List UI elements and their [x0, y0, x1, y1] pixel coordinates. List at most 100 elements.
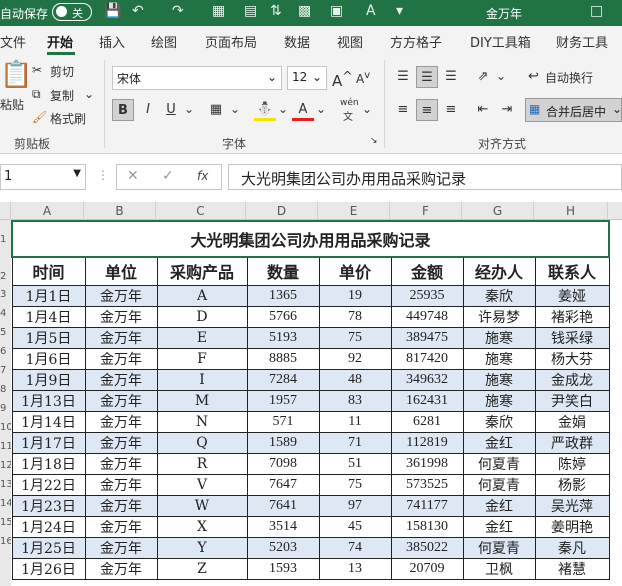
table-cell[interactable]: V: [156, 473, 248, 496]
fill-dropdown-icon[interactable]: ⌄: [278, 102, 288, 116]
table-cell[interactable]: 1月6日: [11, 347, 86, 370]
increase-indent-button[interactable]: ⇥: [496, 99, 518, 121]
table-cell[interactable]: 金万年: [84, 557, 158, 580]
tab-view[interactable]: 视图: [337, 32, 363, 51]
table-cell[interactable]: Q: [156, 431, 248, 454]
align-middle-button[interactable]: ☰: [416, 66, 438, 88]
table-cell[interactable]: 449748: [390, 305, 464, 328]
phonetic-dropdown-icon[interactable]: ⌄: [362, 102, 372, 116]
table-cell[interactable]: 金万年: [84, 536, 158, 559]
table-icon[interactable]: ▦: [212, 3, 225, 19]
tab-data[interactable]: 数据: [284, 32, 310, 51]
table-cell[interactable]: 金红: [462, 494, 536, 517]
table-cell[interactable]: A: [156, 284, 248, 307]
table-cell[interactable]: 金万年: [84, 494, 158, 517]
column-heading[interactable]: 金额: [390, 256, 464, 286]
table-cell[interactable]: 1月24日: [11, 515, 86, 538]
table-cell[interactable]: 杨大芬: [534, 347, 610, 370]
table-cell[interactable]: 金万年: [84, 305, 158, 328]
table-cell[interactable]: 7647: [246, 473, 320, 496]
font-dialog-launcher-icon[interactable]: ↘: [370, 136, 378, 146]
cut-button[interactable]: 剪切: [50, 63, 74, 80]
table-cell[interactable]: 1月22日: [11, 473, 86, 496]
table-cell[interactable]: 92: [318, 347, 392, 370]
table-cell[interactable]: R: [156, 452, 248, 475]
table-cell[interactable]: 385022: [390, 536, 464, 559]
table-cell[interactable]: Z: [156, 557, 248, 580]
table-cell[interactable]: 许易梦: [462, 305, 536, 328]
tab-file[interactable]: 文件: [0, 32, 26, 51]
table-cell[interactable]: 吴光萍: [534, 494, 610, 517]
table-cell[interactable]: 1月1日: [11, 284, 86, 307]
wrap-text-button[interactable]: 自动换行: [545, 69, 593, 86]
table-cell[interactable]: W: [156, 494, 248, 517]
table-cell[interactable]: 158130: [390, 515, 464, 538]
redo-icon[interactable]: ↷: [172, 3, 184, 19]
enter-icon[interactable]: ✓: [162, 168, 174, 184]
orientation-dropdown-icon[interactable]: ⌄: [496, 69, 506, 83]
table-cell[interactable]: 74: [318, 536, 392, 559]
table-cell[interactable]: 金万年: [84, 326, 158, 349]
row-header[interactable]: 2: [0, 271, 11, 282]
table-title[interactable]: 大光明集团公司办用用品采购记录: [11, 220, 610, 258]
table-cell[interactable]: 13: [318, 557, 392, 580]
align-left-button[interactable]: ≡: [392, 99, 414, 121]
table-cell[interactable]: 1月18日: [11, 452, 86, 475]
align-center-button[interactable]: ≡: [416, 99, 438, 121]
table-cell[interactable]: 389475: [390, 326, 464, 349]
fill-color-button[interactable]: ⛄: [254, 99, 276, 121]
column-header-e[interactable]: E: [318, 202, 390, 220]
table-cell[interactable]: 秦欣: [462, 284, 536, 307]
table-cell[interactable]: 何夏青: [462, 536, 536, 559]
cut-icon[interactable]: ✂: [32, 63, 42, 77]
table-cell[interactable]: 金万年: [84, 284, 158, 307]
merge-center-button[interactable]: ▦ 合并后居中 ⌄: [525, 98, 622, 122]
table-cell[interactable]: 陈婷: [534, 452, 610, 475]
column-heading[interactable]: 采购产品: [156, 256, 248, 286]
row-header[interactable]: 8: [0, 384, 11, 395]
table-cell[interactable]: N: [156, 410, 248, 433]
cancel-icon[interactable]: ✕: [127, 168, 139, 184]
table-cell[interactable]: 秦欣: [462, 410, 536, 433]
font-name-select[interactable]: 宋体 ⌄: [112, 66, 282, 90]
table-cell[interactable]: 杨影: [534, 473, 610, 496]
row-header[interactable]: 14: [0, 498, 11, 509]
save-icon[interactable]: 💾: [104, 3, 121, 19]
table-cell[interactable]: 金万年: [84, 473, 158, 496]
table-cell[interactable]: 5203: [246, 536, 320, 559]
table-cell[interactable]: 何夏青: [462, 452, 536, 475]
table-cell[interactable]: 1月17日: [11, 431, 86, 454]
column-heading[interactable]: 联系人: [534, 256, 610, 286]
column-header-c[interactable]: C: [156, 202, 246, 220]
shrink-font-button[interactable]: Av: [356, 70, 370, 86]
format-painter-icon[interactable]: 🖌: [32, 110, 47, 124]
table-cell[interactable]: 51: [318, 452, 392, 475]
row-header[interactable]: 1: [0, 234, 11, 245]
table-cell[interactable]: 71: [318, 431, 392, 454]
table-cell[interactable]: 817420: [390, 347, 464, 370]
table-cell[interactable]: 1月4日: [11, 305, 86, 328]
table-cell[interactable]: 褚彩艳: [534, 305, 610, 328]
table-cell[interactable]: 严政群: [534, 431, 610, 454]
chart-icon[interactable]: ▩: [298, 3, 311, 19]
table-cell[interactable]: 5766: [246, 305, 320, 328]
table-cell[interactable]: 卫枫: [462, 557, 536, 580]
row-header[interactable]: 16: [0, 536, 11, 547]
align-top-button[interactable]: ☰: [392, 66, 414, 88]
format-painter-button[interactable]: 格式刷: [50, 110, 86, 127]
table-cell[interactable]: 1365: [246, 284, 320, 307]
row-header[interactable]: 9: [0, 403, 11, 414]
column-header-h[interactable]: H: [534, 202, 608, 220]
table-cell[interactable]: M: [156, 389, 248, 412]
table-cell[interactable]: 75: [318, 473, 392, 496]
tab-insert[interactable]: 插入: [99, 32, 125, 51]
table-cell[interactable]: 褚慧: [534, 557, 610, 580]
table-cell[interactable]: 金万年: [84, 389, 158, 412]
table-cell[interactable]: 25935: [390, 284, 464, 307]
font-color-dropdown-icon[interactable]: ⌄: [316, 102, 326, 116]
column-heading[interactable]: 数量: [246, 256, 320, 286]
sort-icon[interactable]: ⇅: [270, 3, 282, 19]
underline-dropdown-icon[interactable]: ⌄: [184, 102, 194, 116]
table-cell[interactable]: 1月13日: [11, 389, 86, 412]
undo-icon[interactable]: ↶: [132, 3, 144, 19]
